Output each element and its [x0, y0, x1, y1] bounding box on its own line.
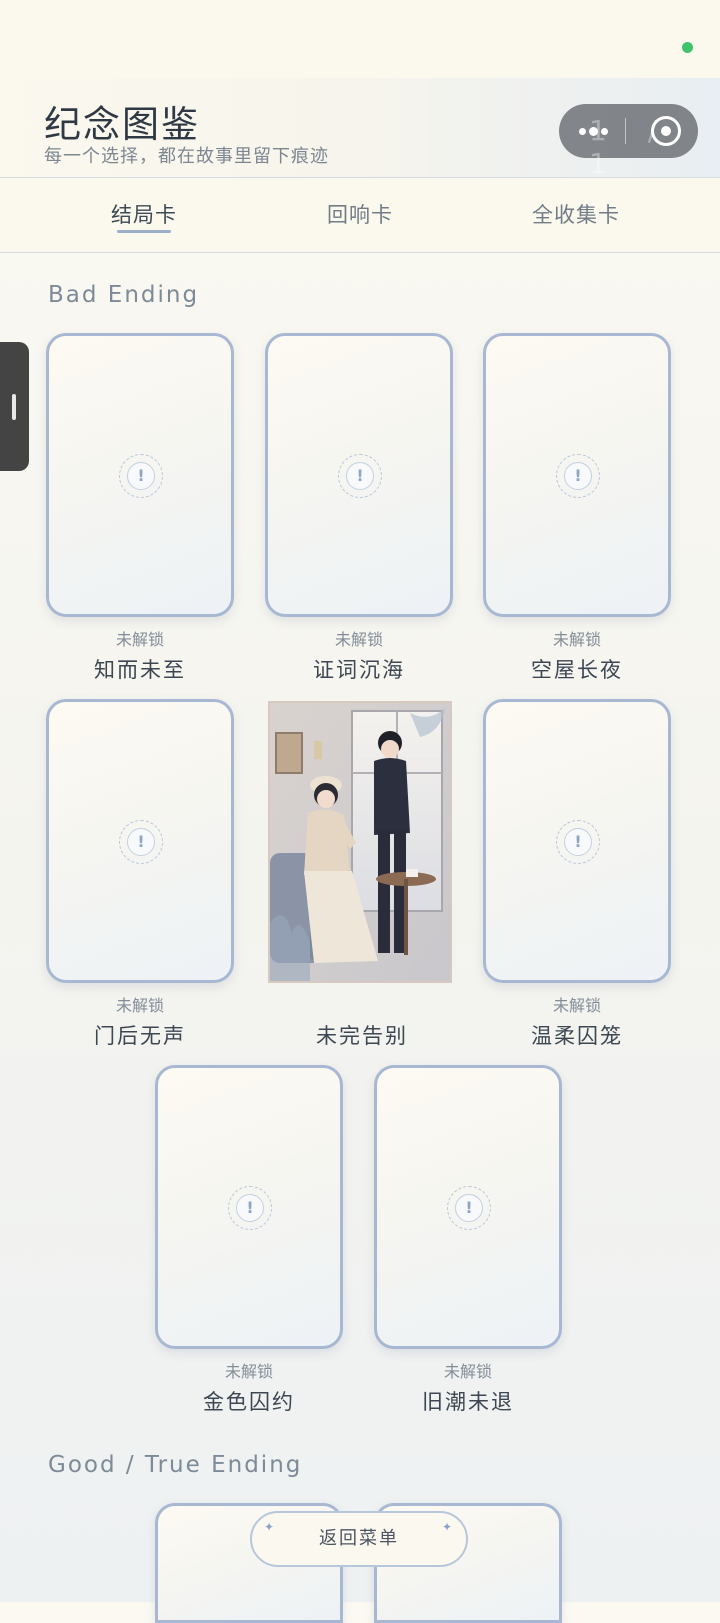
tab-collection-cards[interactable]: 全收集卡	[476, 178, 676, 252]
exclamation-icon: !	[228, 1186, 272, 1230]
ending-card[interactable]: !	[265, 333, 453, 617]
card-name: 门后无声	[94, 1024, 186, 1048]
card-name: 旧潮未退	[422, 1390, 514, 1414]
exclamation-icon: !	[338, 454, 382, 498]
capsule-counter: 1 / 1	[589, 114, 674, 180]
mini-program-capsule: 1 / 1	[559, 104, 698, 180]
card-name: 未完告别	[316, 1024, 408, 1048]
card-status: 未解锁	[115, 996, 164, 1015]
card-status: 未解锁	[224, 1362, 273, 1381]
more-icon[interactable]	[579, 127, 611, 136]
page-subtitle: 每一个选择，都在故事里留下痕迹	[44, 146, 329, 167]
exclamation-icon: !	[119, 454, 163, 498]
card-status: 未解锁	[552, 996, 601, 1015]
tab-echo-cards[interactable]: 回响卡	[260, 178, 460, 252]
page-title: 纪念图鉴	[44, 103, 200, 146]
ending-card[interactable]: !	[374, 1065, 562, 1349]
ending-card[interactable]: !	[483, 699, 671, 983]
tab-ending-cards[interactable]: 结局卡	[44, 178, 244, 252]
card-name: 空屋长夜	[531, 658, 623, 682]
sparkle-icon: ✦	[441, 1520, 454, 1534]
back-to-menu-button[interactable]: ✦ 返回菜单 ✦	[250, 1511, 468, 1567]
status-bar	[0, 0, 720, 78]
ending-card[interactable]: !	[155, 1065, 343, 1349]
card-name: 金色囚约	[203, 1390, 295, 1414]
ending-card[interactable]: !	[483, 333, 671, 617]
tab-underline	[117, 230, 171, 233]
ending-card[interactable]: !	[46, 333, 234, 617]
card-name: 温柔囚笼	[531, 1024, 623, 1048]
exclamation-icon: !	[556, 820, 600, 864]
sparkle-icon: ✦	[264, 1520, 277, 1534]
card-status: 未解锁	[334, 630, 383, 649]
side-drawer-handle[interactable]	[0, 342, 29, 471]
tab-bar: 结局卡 回响卡 全收集卡	[0, 177, 720, 253]
card-status: 未解锁	[552, 630, 601, 649]
menu-button-label: 返回菜单	[319, 1528, 399, 1549]
card-name: 知而未至	[94, 658, 186, 682]
card-name: 证词沉海	[313, 658, 405, 682]
exclamation-icon: !	[556, 454, 600, 498]
close-icon[interactable]	[651, 116, 681, 146]
header: 纪念图鉴 每一个选择，都在故事里留下痕迹 1 / 1	[0, 78, 720, 180]
status-dot	[682, 42, 693, 53]
card-status: 未解锁	[443, 1362, 492, 1381]
section-label-good-true-ending: Good / True Ending	[48, 1452, 303, 1478]
exclamation-icon: !	[119, 820, 163, 864]
ending-card[interactable]: !	[46, 699, 234, 983]
unlocked-ending-card-illustration[interactable]	[268, 701, 452, 983]
section-label-bad-ending: Bad Ending	[48, 282, 200, 308]
exclamation-icon: !	[447, 1186, 491, 1230]
capsule-divider	[625, 118, 626, 144]
card-status: 未解锁	[115, 630, 164, 649]
